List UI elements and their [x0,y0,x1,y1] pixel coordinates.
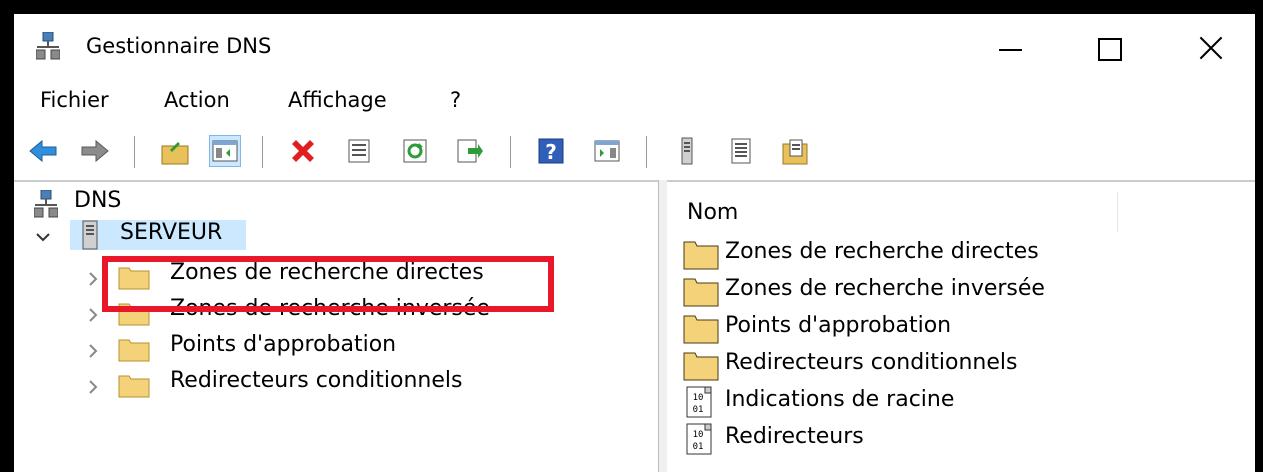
chevron-right-icon[interactable] [86,380,100,394]
zone-icon[interactable] [780,136,810,166]
minimize-button[interactable] [969,14,1049,80]
annotation-highlight-box [102,256,554,312]
window-title: Gestionnaire DNS [86,34,272,58]
menu-action[interactable]: Action [164,88,230,112]
refresh-icon[interactable] [400,136,430,166]
tree-label: DNS [74,188,122,213]
show-hide-console-tree-icon[interactable] [209,135,241,167]
chevron-right-icon[interactable] [86,308,100,322]
export-list-icon[interactable] [454,136,484,166]
list-view-icon[interactable] [726,136,756,166]
folder-icon [683,315,719,344]
back-arrow-icon[interactable] [28,136,58,166]
toolbar-separator [134,136,135,168]
maximize-button[interactable] [1069,14,1149,80]
dns-manager-window: Gestionnaire DNS Fichier Action Affichag… [14,14,1255,472]
svg-text:01: 01 [693,405,704,415]
svg-text:10: 10 [693,430,704,440]
binary-file-icon: 1001 [686,386,712,418]
delete-icon[interactable] [288,136,318,166]
console-tree-pane[interactable]: DNS SERVEUR Zones de recherche directes … [14,180,658,472]
up-folder-icon[interactable] [160,136,190,166]
toolbar-separator [646,136,647,168]
tree-label: SERVEUR [120,220,223,245]
folder-icon [683,278,719,307]
folder-icon [683,352,719,381]
toolbar-separator [262,136,263,168]
toolbar-separator [510,136,511,168]
column-header-nom[interactable]: Nom [667,192,1118,232]
folder-icon [118,339,150,362]
menu-fichier[interactable]: Fichier [40,88,109,112]
dns-icon [34,190,58,218]
chevron-down-icon[interactable] [36,230,50,244]
folder-icon [118,375,150,398]
results-list-pane[interactable]: Nom Zones de recherche directes Zones de… [667,180,1255,472]
menu-help[interactable]: ? [450,88,461,112]
binary-file-icon: 1001 [686,423,712,455]
properties-icon[interactable] [344,136,374,166]
svg-text:01: 01 [693,442,704,452]
menu-affichage[interactable]: Affichage [288,88,387,112]
close-button[interactable] [1169,14,1249,80]
help-icon[interactable]: ? [536,136,566,166]
forward-arrow-icon[interactable] [80,136,110,166]
svg-text:10: 10 [693,393,704,403]
svg-text:?: ? [545,140,557,164]
folder-icon [683,241,719,270]
menu-bar: Fichier Action Affichage ? [14,84,1255,120]
toolbar: ? [14,124,1255,176]
tree-label: Redirecteurs conditionnels [170,368,463,393]
action-pane-icon[interactable] [592,136,622,166]
server-icon [82,220,98,250]
chevron-right-icon[interactable] [86,272,100,286]
chevron-right-icon[interactable] [86,344,100,358]
server-icon[interactable] [672,136,702,166]
title-bar: Gestionnaire DNS [14,14,1255,80]
dns-app-icon [35,31,61,60]
tree-label: Points d'approbation [170,332,397,357]
